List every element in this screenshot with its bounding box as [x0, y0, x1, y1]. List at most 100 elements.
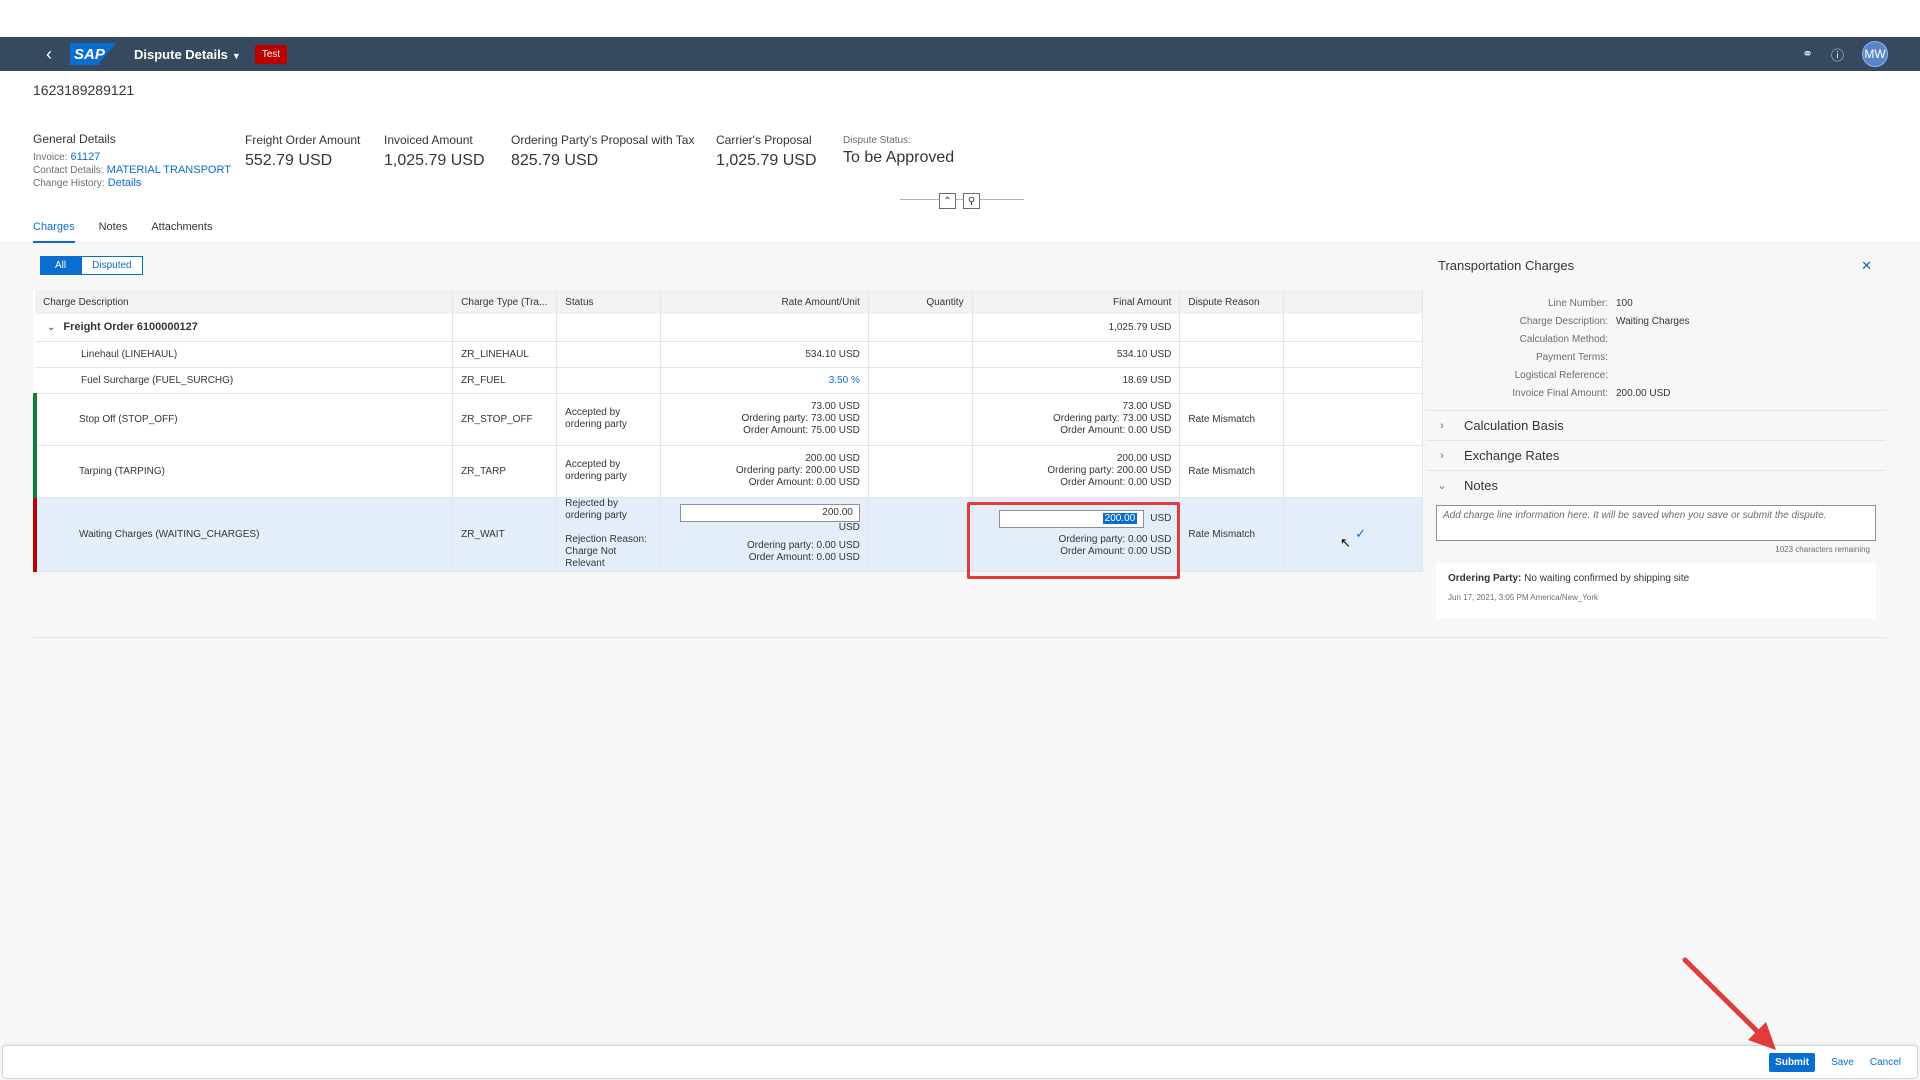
- row-type: ZR_LINEHAUL: [452, 341, 558, 368]
- field-line-number: Line Number: 100: [1426, 294, 1886, 312]
- filter-all[interactable]: All: [40, 256, 82, 275]
- kpi-value: 825.79 USD: [511, 152, 599, 169]
- field-logistical-reference: Logistical Reference:: [1426, 366, 1886, 384]
- row-description: Linehaul (LINEHAUL): [35, 341, 454, 368]
- notes-textarea[interactable]: Add charge line information here. It wil…: [1436, 505, 1876, 541]
- col-actions: [1283, 290, 1423, 314]
- kpi-ordering-party-proposal: Ordering Party's Proposal with Tax 825.7…: [511, 133, 694, 170]
- app-title-menu[interactable]: Dispute Details ▼: [134, 47, 241, 62]
- check-icon[interactable]: ✓: [1355, 526, 1366, 541]
- invoice-label: Invoice:: [33, 152, 68, 163]
- footer-toolbar: Submit Save Cancel: [2, 1045, 1918, 1079]
- kpi-label: Freight Order Amount: [245, 133, 361, 147]
- top-band: [0, 0, 1920, 37]
- note-timestamp: Jun 17, 2021, 3:05 PM America/New_York: [1448, 593, 1599, 602]
- row-type: ZR_TARP: [452, 445, 558, 498]
- collapse-icon[interactable]: ⌃: [939, 193, 956, 209]
- row-rate-order: Order Amount: 0.00 USD: [748, 477, 860, 488]
- row-rate: 73.00 USD: [810, 401, 860, 412]
- rate-amount-input[interactable]: 200.00: [679, 503, 860, 522]
- col-charge-description[interactable]: Charge Description: [35, 290, 454, 314]
- field-label: Logistical Reference:: [1514, 369, 1608, 381]
- row-final-ordering: Ordering party: 73.00 USD: [1052, 413, 1172, 424]
- general-details-title: General Details: [33, 132, 116, 146]
- row-status: Accepted by ordering party: [556, 445, 661, 498]
- header-divider: [900, 199, 1024, 200]
- field-label: Invoice Final Amount:: [1512, 387, 1608, 399]
- invoice-link[interactable]: 61127: [71, 151, 101, 163]
- caret-down-icon: ▼: [231, 50, 241, 61]
- kpi-invoiced-amount: Invoiced Amount 1,025.79 USD: [384, 133, 485, 170]
- row-rate-ordering: Ordering party: 73.00 USD: [741, 413, 860, 424]
- general-details: General Details Invoice: 61127 Contact D…: [33, 133, 231, 190]
- row-reason: Rate Mismatch: [1179, 497, 1285, 572]
- chevron-right-icon: ›: [1440, 449, 1444, 462]
- table-row[interactable]: Linehaul (LINEHAUL) ZR_LINEHAUL 534.10 U…: [35, 341, 1423, 368]
- section-label: Exchange Rates: [1464, 448, 1560, 463]
- object-header: 1623189289121 General Details Invoice: 6…: [0, 71, 1920, 243]
- history-label: Change History:: [33, 178, 105, 189]
- avatar[interactable]: MW: [1862, 41, 1888, 67]
- table-row-selected[interactable]: Waiting Charges (WAITING_CHARGES) ZR_WAI…: [33, 497, 1423, 572]
- history-link[interactable]: Details: [108, 177, 142, 189]
- pin-icon[interactable]: ⚲: [963, 193, 980, 209]
- side-panel-fields: Line Number: 100 Charge Description: Waiti…: [1426, 294, 1886, 402]
- col-dispute-reason[interactable]: Dispute Reason: [1179, 290, 1285, 314]
- row-description: Fuel Surcharge (FUEL_SURCHG): [35, 367, 454, 394]
- field-label: Charge Description:: [1519, 315, 1608, 327]
- table-row[interactable]: Stop Off (STOP_OFF) ZR_STOP_OFF Accepted…: [33, 393, 1423, 446]
- field-value: 200.00 USD: [1616, 387, 1671, 399]
- col-final-amount[interactable]: Final Amount: [972, 290, 1181, 314]
- col-quantity[interactable]: Quantity: [868, 290, 973, 314]
- system-badge: Test: [254, 44, 288, 64]
- section-calculation-basis[interactable]: › Calculation Basis: [1426, 410, 1886, 440]
- group-label: Freight Order 6100000127: [63, 321, 198, 334]
- contact-label: Contact Details:: [33, 165, 104, 176]
- row-reason: Rate Mismatch: [1179, 393, 1285, 446]
- col-status[interactable]: Status: [556, 290, 661, 314]
- table-row[interactable]: Fuel Surcharge (FUEL_SURCHG) ZR_FUEL 3.5…: [35, 367, 1423, 394]
- section-notes[interactable]: ⌄ Notes: [1426, 470, 1886, 500]
- field-label: Line Number:: [1547, 297, 1608, 309]
- table-row[interactable]: Tarping (TARPING) ZR_TARP Accepted by or…: [33, 445, 1423, 498]
- table-row-group[interactable]: ⌄ Freight Order 6100000127 1,025.79 USD: [35, 314, 1423, 342]
- charges-table: Charge Description Charge Type (Tra... S…: [33, 290, 1423, 572]
- section-exchange-rates[interactable]: › Exchange Rates: [1426, 440, 1886, 470]
- kpi-freight-order-amount: Freight Order Amount 552.79 USD: [245, 133, 360, 170]
- row-status: Rejected by ordering party: [565, 498, 627, 521]
- col-charge-type[interactable]: Charge Type (Tra...: [452, 290, 558, 314]
- row-rate: 3.50 %: [660, 367, 869, 394]
- annotation-highlight-box: [967, 502, 1180, 579]
- row-type: ZR_WAIT: [452, 497, 558, 572]
- section-label: Calculation Basis: [1464, 418, 1564, 433]
- share-icon[interactable]: ⚭: [1802, 46, 1813, 62]
- submit-button[interactable]: Submit: [1769, 1052, 1816, 1072]
- filter-disputed[interactable]: Disputed: [81, 256, 143, 275]
- field-label: Calculation Method:: [1519, 333, 1608, 345]
- chevron-down-icon[interactable]: ⌄: [47, 322, 55, 333]
- field-charge-description: Charge Description: Waiting Charges: [1426, 312, 1886, 330]
- tab-notes[interactable]: Notes: [99, 221, 128, 243]
- tab-attachments[interactable]: Attachments: [151, 221, 212, 243]
- field-value: Waiting Charges: [1616, 315, 1690, 327]
- col-rate-amount[interactable]: Rate Amount/Unit: [660, 290, 869, 314]
- row-status: Accepted by ordering party: [556, 393, 661, 446]
- contact-link[interactable]: MATERIAL TRANSPORT: [107, 164, 231, 176]
- row-rate: 534.10 USD: [660, 341, 869, 368]
- save-button[interactable]: Save: [1831, 1057, 1854, 1068]
- kpi-label: Ordering Party's Proposal with Tax: [511, 133, 695, 147]
- field-calculation-method: Calculation Method:: [1426, 330, 1886, 348]
- filter-segmented-button: All Disputed: [40, 256, 143, 275]
- shell-bar: ‹ SAP Dispute Details ▼ Test ⚭ ⓘ MW: [0, 37, 1920, 71]
- content-divider: [33, 637, 1886, 638]
- row-type: ZR_FUEL: [452, 367, 558, 394]
- help-icon[interactable]: ⓘ: [1831, 45, 1844, 64]
- tab-charges[interactable]: Charges: [33, 221, 75, 243]
- close-icon[interactable]: ✕: [1861, 258, 1872, 274]
- app-title-text: Dispute Details: [134, 46, 228, 62]
- row-rate: 200.00 USD: [805, 453, 860, 464]
- row-description: Tarping (TARPING): [33, 445, 454, 498]
- kpi-value: 552.79 USD: [245, 152, 333, 169]
- back-icon[interactable]: ‹: [38, 44, 60, 65]
- cancel-button[interactable]: Cancel: [1870, 1057, 1901, 1068]
